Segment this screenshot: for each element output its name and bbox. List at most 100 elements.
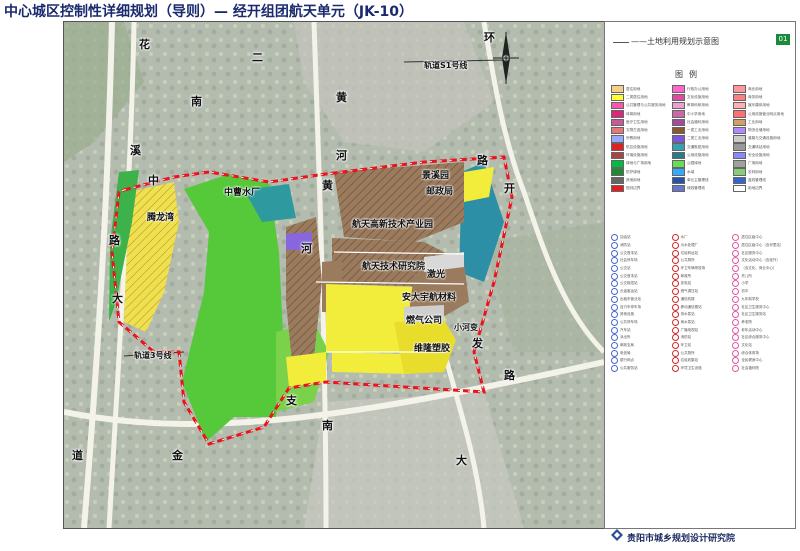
facility-symbol-icon [671, 341, 679, 349]
facility-legend-item: 邮政所 [671, 272, 731, 280]
legend-swatch [611, 143, 624, 151]
landuse-legend-item: 规划边界 [611, 184, 669, 193]
label-anda-materials: 安大宇航材料 [402, 293, 457, 303]
facility-label: 全民健身中心 [741, 358, 763, 363]
facility-legend-item: 公交枢纽站 [611, 280, 670, 288]
facility-symbol-icon [611, 334, 618, 342]
facility-legend-item: （含文化、商业中心） [732, 265, 791, 273]
legend-label: 文物古迹用地 [626, 128, 648, 133]
facility-label: 汽车站 [620, 327, 631, 332]
label-tenglong-bay: 腾龙湾 [147, 213, 175, 223]
facility-label: 综合体育场 [741, 350, 759, 355]
facility-legend-item: 排水泵站 [671, 311, 731, 319]
facility-symbol-icon [611, 265, 618, 273]
facility-legend-item: 水厂 [671, 234, 731, 242]
facility-symbol-icon [671, 280, 679, 288]
land-use-map[interactable]: 轨道S1号线 轨道3号线 中曹水厂 景溪园 邮政局 腾龙湾 航天高新技术产业园 … [63, 21, 605, 529]
institute-name: 贵阳市城乡规划设计研究院 [627, 534, 736, 544]
facility-label: 社区综合服务中心 [741, 335, 770, 340]
label-zhongcao-water-plant: 中曹水厂 [224, 188, 261, 198]
legend-label: 防护绿地 [626, 169, 641, 174]
legend-swatch [611, 118, 624, 127]
facility-legend-item: 社区卫生服务中心 [732, 303, 791, 311]
facility-legend-item: 环境卫生设施 [671, 365, 731, 373]
legend-label: 绿线管理线 [687, 186, 705, 191]
facility-label: 托儿所 [741, 273, 752, 278]
landuse-legend-item: 文化设施用地 [672, 93, 730, 102]
facility-symbol-icon [671, 349, 679, 357]
legend-swatch [611, 160, 624, 168]
facility-legend-item: 垃圾收集站 [671, 357, 731, 365]
facility-label: 电信局 [620, 350, 631, 355]
facility-symbol-icon [732, 341, 740, 349]
landuse-legend-item: 其他用地 [611, 176, 669, 185]
facility-legend-item: 九年制学校 [732, 295, 791, 304]
legend-label: 居住用地 [626, 86, 641, 91]
facility-legend-item: 环卫站 [671, 341, 731, 350]
facility-symbol-icon [671, 365, 679, 373]
facility-legend-item: 变电站 [671, 280, 731, 288]
legend-label: 水域 [687, 169, 695, 174]
legend-swatch [672, 110, 685, 118]
facility-legend-item: 公交首末站 [611, 249, 670, 257]
landuse-legend-item: 公用设施用地 [672, 151, 730, 160]
legend-label: 广场用地 [748, 161, 763, 166]
facility-label: 九年制学校 [741, 296, 759, 301]
facility-legend-item: 派出所 [611, 334, 670, 342]
road-label-char: 黄 [322, 179, 333, 192]
facility-symbol-icon [611, 341, 618, 349]
facility-symbol-icon [732, 349, 740, 357]
facility-legend-item: 污水处理厂 [671, 242, 731, 250]
facility-label: 通信机楼 [680, 296, 695, 301]
facility-label: 消防站 [620, 243, 631, 248]
facility-symbol-icon [732, 357, 740, 365]
rail-s1-label: 轨道S1号线 [424, 61, 468, 70]
facility-symbol-icon [671, 326, 679, 334]
facility-label: 居住区级中心 [741, 235, 763, 240]
facility-symbol-icon [732, 280, 740, 288]
facility-legend-item: 社区卫生服务站 [732, 311, 791, 319]
facility-legend-item: 环卫车辆停放场 [671, 265, 731, 273]
facility-label: 环境卫生设施 [680, 366, 702, 371]
legend-label: 农林用地 [748, 169, 763, 174]
facility-symbol-icon [671, 303, 679, 311]
facility-label: 小学 [741, 281, 749, 286]
landuse-legend-item: 公园绿地 [672, 160, 730, 168]
facility-legend-item: 垃圾转运站 [671, 249, 731, 257]
facility-label: 社会停车场 [620, 258, 638, 263]
legend-label: 交通枢纽用地 [687, 144, 709, 149]
facility-symbol-icon [671, 318, 679, 326]
sheet-number-badge: 01 [776, 34, 790, 45]
facility-symbol-icon [611, 257, 618, 265]
legend-swatch [672, 118, 685, 127]
road-label-char: 花 [139, 38, 150, 51]
facility-label: （含文化、商业中心） [741, 266, 777, 271]
facility-legend-item: 公共停车场 [611, 318, 670, 327]
facility-symbol-icon [611, 318, 618, 326]
facility-legend-item: 自行车停车场 [611, 303, 670, 311]
facility-label: 公交首末站 [620, 250, 638, 255]
landuse-legend-item: 蓝线管理线 [733, 176, 791, 185]
facility-label: 社区卫生服务中心 [741, 304, 770, 309]
landuse-legend-item: 水域 [672, 168, 730, 176]
facility-symbol-icon [671, 257, 679, 265]
legend-swatch [733, 168, 746, 176]
landuse-legend-item: 教育科研用地 [672, 101, 730, 110]
legend-swatch [672, 160, 685, 168]
legend-swatch [733, 143, 746, 151]
legend-label: 中小学用地 [687, 111, 705, 116]
landuse-legend-item: 一类工业用地 [672, 126, 730, 135]
page-title: 中心城区控制性详细规划（导则）— 经开组团航天单元（JK-10） [4, 4, 414, 20]
facility-legend-item: 广播电视站 [671, 326, 731, 334]
legend-swatch [611, 135, 624, 143]
landuse-legend-item: 绿线管理线 [672, 184, 730, 193]
facility-symbol-icon [732, 272, 740, 280]
road-label-char: 二 [252, 51, 263, 64]
road-label-char: 黄 [336, 91, 347, 104]
legend-swatch [672, 101, 685, 110]
facility-label: 环卫车辆停放场 [680, 266, 706, 271]
facility-label: 水厂 [680, 235, 688, 240]
facility-legend: 加油站 水厂 居住区级中心 消防站 污水处理厂 居住区级中心（含邻里站） 公交首末站 垃圾转运… [611, 234, 791, 373]
legend-label: 行政办公用地 [687, 86, 709, 91]
facility-legend-item: 电信局 [611, 349, 670, 357]
